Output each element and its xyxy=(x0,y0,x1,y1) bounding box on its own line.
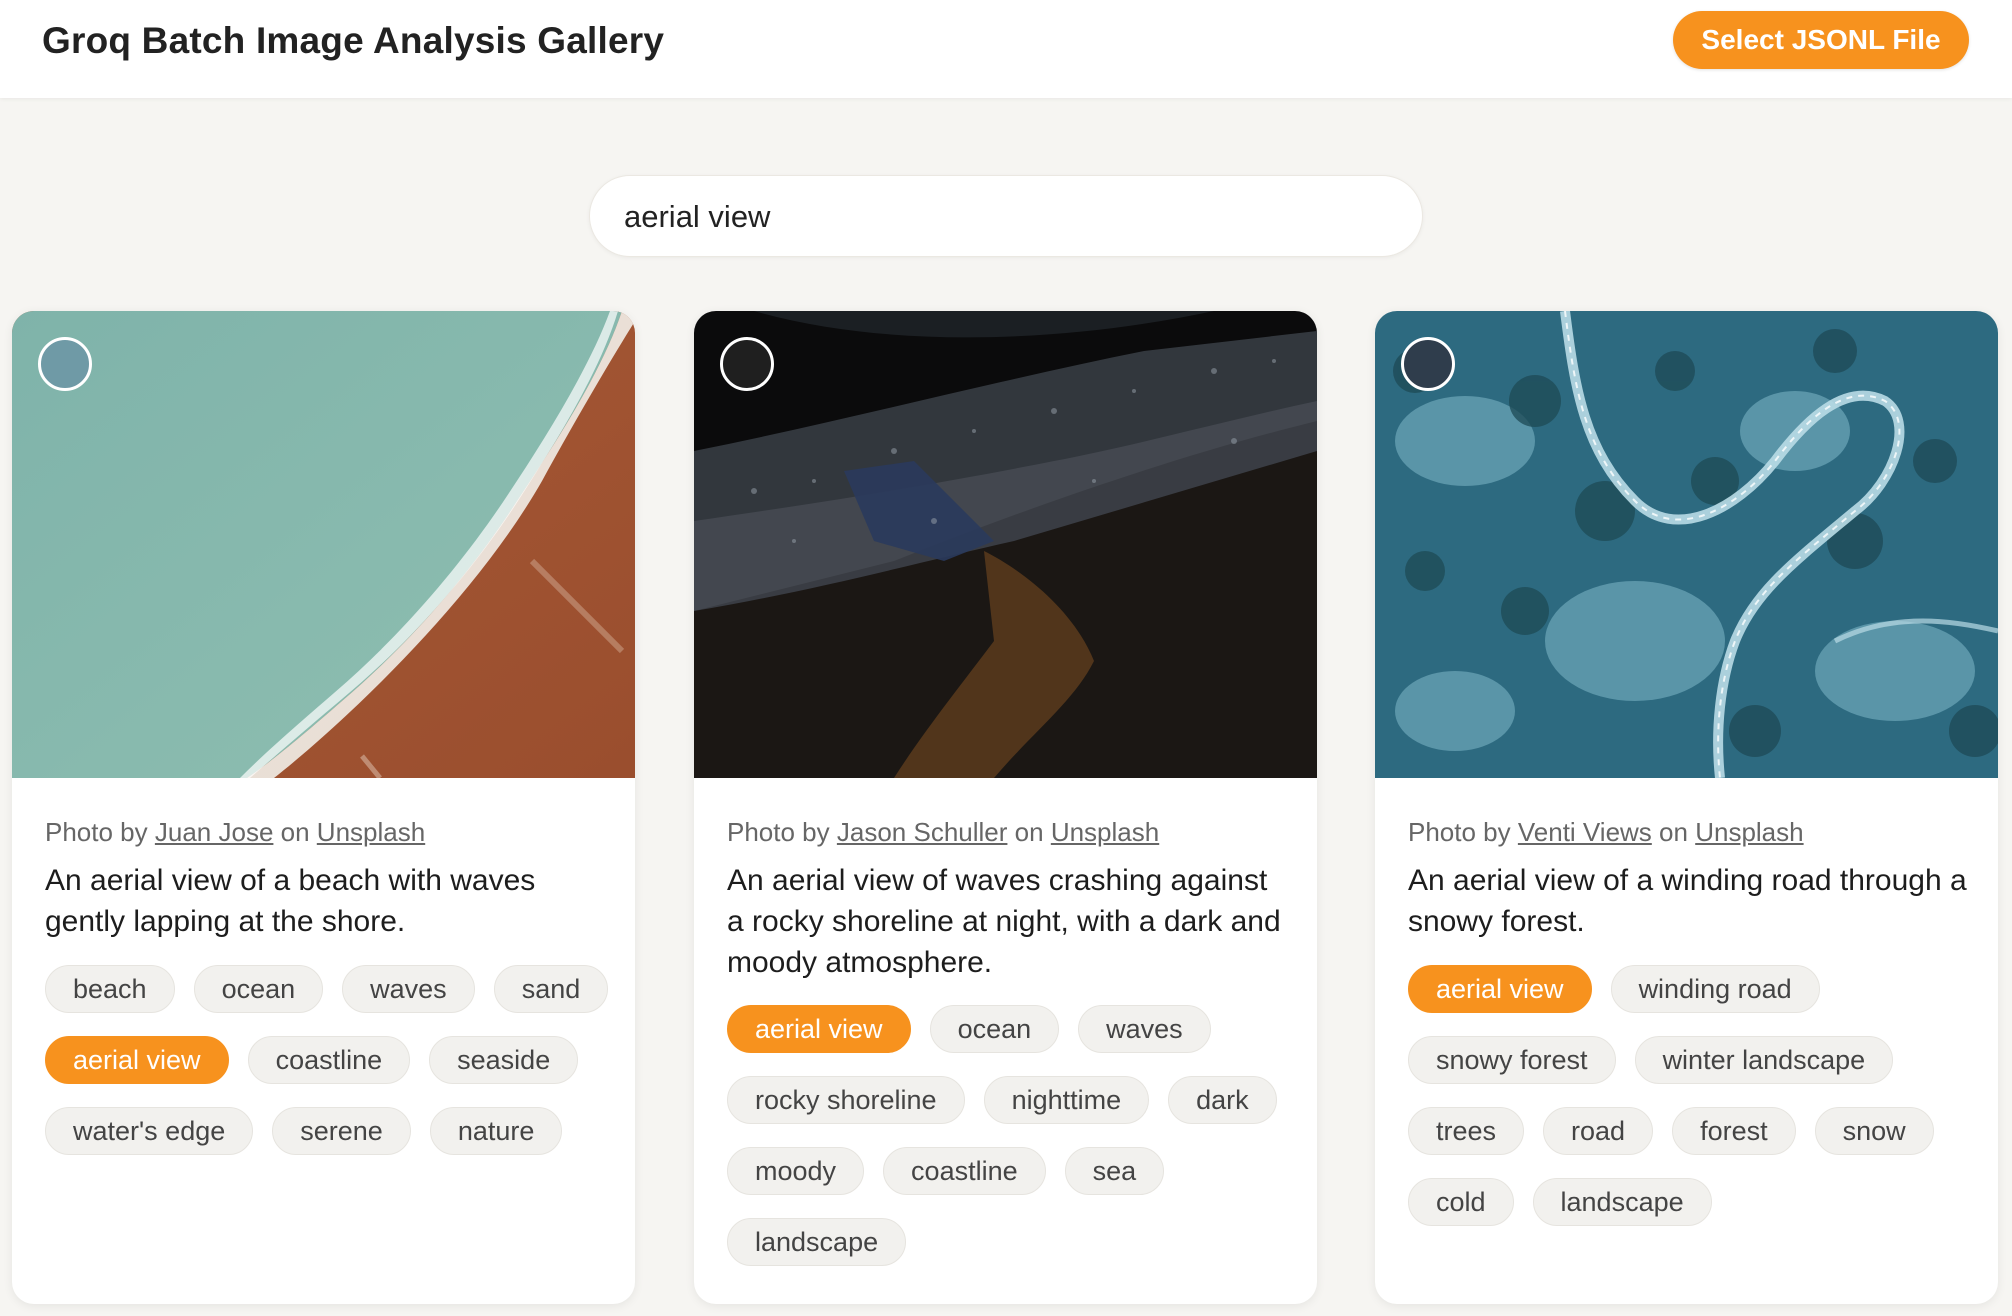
tag-pill[interactable]: dark xyxy=(1168,1076,1277,1124)
tag-pill[interactable]: cold xyxy=(1408,1178,1514,1226)
tag-pill[interactable]: coastline xyxy=(247,1036,411,1084)
select-checkbox[interactable] xyxy=(720,337,774,391)
tag-pill[interactable]: moody xyxy=(727,1147,865,1195)
image-card[interactable]: Photo by Juan Jose on Unsplash An aerial… xyxy=(12,311,635,1304)
beach-aerial-image xyxy=(12,311,635,778)
source-link[interactable]: Unsplash xyxy=(1695,817,1803,847)
tag-pill[interactable]: forest xyxy=(1672,1107,1796,1155)
tag-pill-active[interactable]: aerial view xyxy=(1408,965,1592,1013)
image-caption: An aerial view of a winding road through… xyxy=(1408,864,1967,938)
card-photo[interactable] xyxy=(694,311,1317,778)
tag-pill[interactable]: landscape xyxy=(727,1218,907,1266)
credit-on: on xyxy=(1014,817,1044,847)
night-shore-aerial-image xyxy=(694,311,1317,778)
tag-pill[interactable]: coastline xyxy=(883,1147,1046,1195)
tag-pill[interactable]: seaside xyxy=(429,1036,579,1084)
image-caption: An aerial view of a beach with waves gen… xyxy=(45,864,536,938)
tag-pill[interactable]: winter landscape xyxy=(1634,1036,1894,1084)
tag-pill[interactable]: waves xyxy=(342,965,475,1013)
app-title: Groq Batch Image Analysis Gallery xyxy=(42,20,665,61)
tag-pill[interactable]: nighttime xyxy=(983,1076,1150,1124)
tag-pill[interactable]: sea xyxy=(1064,1147,1165,1195)
card-photo[interactable] xyxy=(1375,311,1998,778)
tag-list: aerial view winding road snowy forest winte… xyxy=(1408,965,1978,1226)
credit-prefix: Photo by xyxy=(727,817,830,847)
select-checkbox[interactable] xyxy=(1401,337,1455,391)
credit-prefix: Photo by xyxy=(1408,817,1511,847)
photo-credit: Photo by Jason Schuller on Unsplash xyxy=(727,817,1159,848)
photographer-link[interactable]: Juan Jose xyxy=(155,817,274,847)
tag-pill[interactable]: winding road xyxy=(1610,965,1820,1013)
tag-list: beach ocean waves sand aerial view coastline s… xyxy=(45,965,615,1155)
tag-pill[interactable]: nature xyxy=(429,1107,563,1155)
image-card[interactable]: Photo by Jason Schuller on Unsplash An a… xyxy=(694,311,1317,1304)
tag-pill[interactable]: waves xyxy=(1078,1005,1211,1053)
tag-list: aerial view ocean waves rocky shoreline nigh… xyxy=(727,1005,1297,1266)
tag-pill[interactable]: trees xyxy=(1408,1107,1525,1155)
credit-prefix: Photo by xyxy=(45,817,148,847)
photo-credit: Photo by Venti Views on Unsplash xyxy=(1408,817,1804,848)
forest-road-aerial-image xyxy=(1375,311,1998,778)
select-checkbox[interactable] xyxy=(38,337,92,391)
photographer-link[interactable]: Jason Schuller xyxy=(837,817,1008,847)
tag-pill[interactable]: ocean xyxy=(193,965,324,1013)
tag-pill[interactable]: sand xyxy=(493,965,609,1013)
tag-pill[interactable]: snowy forest xyxy=(1408,1036,1616,1084)
tag-pill[interactable]: serene xyxy=(272,1107,411,1155)
search-bar[interactable] xyxy=(589,175,1423,258)
tag-pill[interactable]: landscape xyxy=(1532,1178,1712,1226)
app-header: Groq Batch Image Analysis Gallery Select… xyxy=(0,0,2012,98)
card-photo[interactable] xyxy=(12,311,635,778)
credit-on: on xyxy=(1659,817,1688,847)
tag-pill[interactable]: snow xyxy=(1814,1107,1934,1155)
tag-pill[interactable]: water's edge xyxy=(45,1107,254,1155)
photographer-link[interactable]: Venti Views xyxy=(1518,817,1652,847)
source-link[interactable]: Unsplash xyxy=(1051,817,1159,847)
tag-pill[interactable]: ocean xyxy=(929,1005,1060,1053)
select-jsonl-button[interactable]: Select JSONL File xyxy=(1673,11,1969,69)
image-caption: An aerial view of waves crashing against… xyxy=(727,864,1281,979)
image-card[interactable]: Photo by Venti Views on Unsplash An aeri… xyxy=(1375,311,1998,1304)
photo-credit: Photo by Juan Jose on Unsplash xyxy=(45,817,425,848)
tag-pill[interactable]: beach xyxy=(45,965,175,1013)
tag-pill[interactable]: rocky shoreline xyxy=(727,1076,965,1124)
tag-pill-active[interactable]: aerial view xyxy=(45,1036,229,1084)
credit-on: on xyxy=(280,817,310,847)
tag-pill[interactable]: road xyxy=(1543,1107,1654,1155)
search-input[interactable] xyxy=(622,176,1386,258)
tag-pill-active[interactable]: aerial view xyxy=(727,1005,911,1053)
source-link[interactable]: Unsplash xyxy=(317,817,425,847)
